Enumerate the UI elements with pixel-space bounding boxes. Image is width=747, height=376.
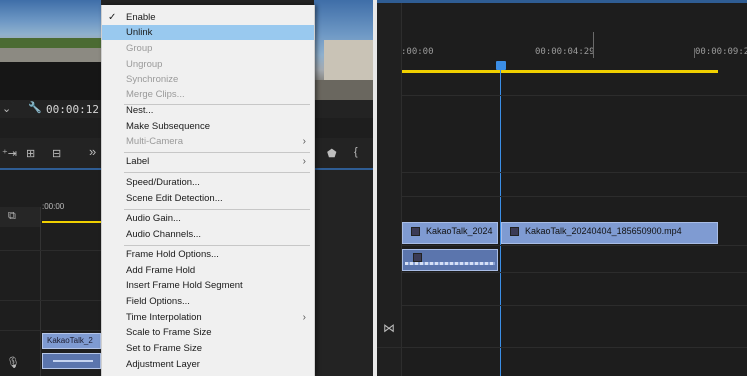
- menu-item-merge-clips[interactable]: Merge Clips...: [102, 87, 314, 102]
- menu-item-label: Make Subsequence: [126, 121, 210, 132]
- checkmark-icon: ✓: [108, 12, 117, 23]
- menu-item-nest[interactable]: Nest...: [102, 103, 314, 118]
- menu-item-audio-channels[interactable]: Audio Channels...: [102, 227, 314, 242]
- menu-item-set-to-frame-size[interactable]: Set to Frame Size: [102, 341, 314, 356]
- clip-label: KakaoTalk_20240404_185650900.mp4: [510, 226, 682, 237]
- ruler-start-label: :00:00: [42, 202, 65, 211]
- menu-item-label: Field Options...: [126, 296, 190, 307]
- menu-item-label: Speed/Duration...: [126, 177, 200, 188]
- menu-item-frame-hold-options[interactable]: Frame Hold Options...: [102, 247, 314, 262]
- fx-badge-icon: [510, 227, 519, 237]
- menu-item-scale-to-frame-size[interactable]: Scale to Frame Size: [102, 325, 314, 340]
- menu-item-label: Unlink: [126, 27, 153, 38]
- ruler-label-end: 00:00:09:29: [695, 47, 747, 57]
- menu-item-label: Set to Frame Size: [126, 343, 203, 354]
- menu-item-label: Label: [126, 156, 150, 167]
- program-monitor-image-left: [0, 0, 101, 62]
- fx-badge-icon: [413, 253, 422, 262]
- menu-item-label: Audio Gain...: [126, 213, 181, 224]
- work-area-bar[interactable]: [402, 70, 718, 73]
- menu-item-label: Scale to Frame Size: [126, 327, 212, 338]
- submenu-arrow-icon: ›: [302, 136, 306, 147]
- go-to-in-icon[interactable]: ⁺⇥: [2, 147, 17, 160]
- menu-item-label: Add Frame Hold: [126, 265, 196, 276]
- menu-item-label: Adjustment Layer: [126, 359, 200, 370]
- menu-item-label: Audio Channels...: [126, 229, 201, 240]
- insert-icon[interactable]: ⊞: [26, 147, 35, 160]
- menu-item-label-submenu[interactable]: Label ›: [102, 154, 314, 169]
- menu-item-synchronize[interactable]: Synchronize: [102, 72, 314, 87]
- menu-item-adjustment-layer[interactable]: Adjustment Layer: [102, 357, 314, 372]
- chevron-down-icon[interactable]: ⌄: [2, 102, 11, 115]
- menu-item-time-interpolation[interactable]: Time Interpolation ›: [102, 310, 314, 325]
- menu-item-label: Time Interpolation: [126, 312, 202, 323]
- menu-item-label: Nest...: [126, 105, 154, 116]
- fx-badge-icon: [411, 227, 420, 237]
- brace-icon[interactable]: {: [354, 146, 358, 158]
- menu-item-label: Synchronize: [126, 74, 179, 85]
- menu-item-speed-duration[interactable]: Speed/Duration...: [102, 175, 314, 190]
- menu-item-enable[interactable]: ✓ Enable: [102, 10, 314, 25]
- menu-item-unlink[interactable]: Unlink: [102, 25, 314, 40]
- link-toggle-icon[interactable]: ⋈: [383, 321, 395, 335]
- menu-item-scene-edit-detection[interactable]: Scene Edit Detection...: [102, 191, 314, 206]
- menu-item-label: Frame Hold Options...: [126, 249, 219, 260]
- submenu-arrow-icon: ›: [302, 156, 306, 167]
- menu-item-label: Enable: [126, 12, 156, 23]
- menu-item-label: Insert Frame Hold Segment: [126, 280, 243, 291]
- timeline-panel-right: :00:00 00:00:04:29 00:00:09:29 KakaoTalk…: [377, 0, 747, 376]
- video-clip-a[interactable]: KakaoTalk_2024: [402, 222, 498, 244]
- clip-label: KakaoTalk_2: [47, 336, 93, 345]
- ruler-label-start: :00:00: [401, 47, 434, 57]
- monitor-toolbar: ⌄ 🔧 00:00:12:12: [0, 100, 119, 118]
- playhead-handle[interactable]: [496, 61, 506, 70]
- transport-controls: ⁺⇥ ⊞ ⊟ »: [0, 138, 101, 168]
- menu-item-audio-gain[interactable]: Audio Gain...: [102, 211, 314, 226]
- more-controls-icon[interactable]: »: [89, 144, 96, 159]
- audio-clip[interactable]: [402, 249, 498, 271]
- wrench-icon[interactable]: 🔧: [28, 101, 42, 114]
- marker-icon[interactable]: ⬟: [327, 147, 337, 160]
- menu-item-insert-frame-hold-segment[interactable]: Insert Frame Hold Segment: [102, 278, 314, 293]
- menu-item-label: Multi-Camera: [126, 136, 184, 147]
- video-clip-b[interactable]: KakaoTalk_20240404_185650900.mp4: [501, 222, 718, 244]
- menu-item-label: Merge Clips...: [126, 89, 185, 100]
- menu-item-label: Scene Edit Detection...: [126, 193, 223, 204]
- menu-item-field-options[interactable]: Field Options...: [102, 294, 314, 309]
- menu-item-group[interactable]: Group: [102, 41, 314, 56]
- menu-item-multi-camera[interactable]: Multi-Camera ›: [102, 134, 314, 149]
- menu-item-label: Group: [126, 43, 153, 54]
- submenu-arrow-icon: ›: [302, 312, 306, 323]
- menu-item-ungroup[interactable]: Ungroup: [102, 57, 314, 72]
- menu-item-make-subsequence[interactable]: Make Subsequence: [102, 119, 314, 134]
- clip-label: KakaoTalk_2024: [411, 226, 493, 237]
- overwrite-icon[interactable]: ⊟: [52, 147, 61, 160]
- track-settings-icon[interactable]: ⧉: [8, 210, 16, 223]
- microphone-icon[interactable]: 🎙: [6, 356, 20, 369]
- audio-clip[interactable]: [42, 353, 101, 369]
- ruler-label-mid: 00:00:04:29: [535, 47, 595, 57]
- program-monitor-image-right: [314, 0, 373, 100]
- context-menu: ✓ Enable Unlink Group Ungroup Synchronize…: [101, 5, 315, 376]
- menu-item-label: Ungroup: [126, 59, 163, 70]
- work-area-bar[interactable]: [42, 221, 101, 223]
- video-clip[interactable]: KakaoTalk_2: [42, 333, 101, 349]
- menu-item-add-frame-hold[interactable]: Add Frame Hold: [102, 263, 314, 278]
